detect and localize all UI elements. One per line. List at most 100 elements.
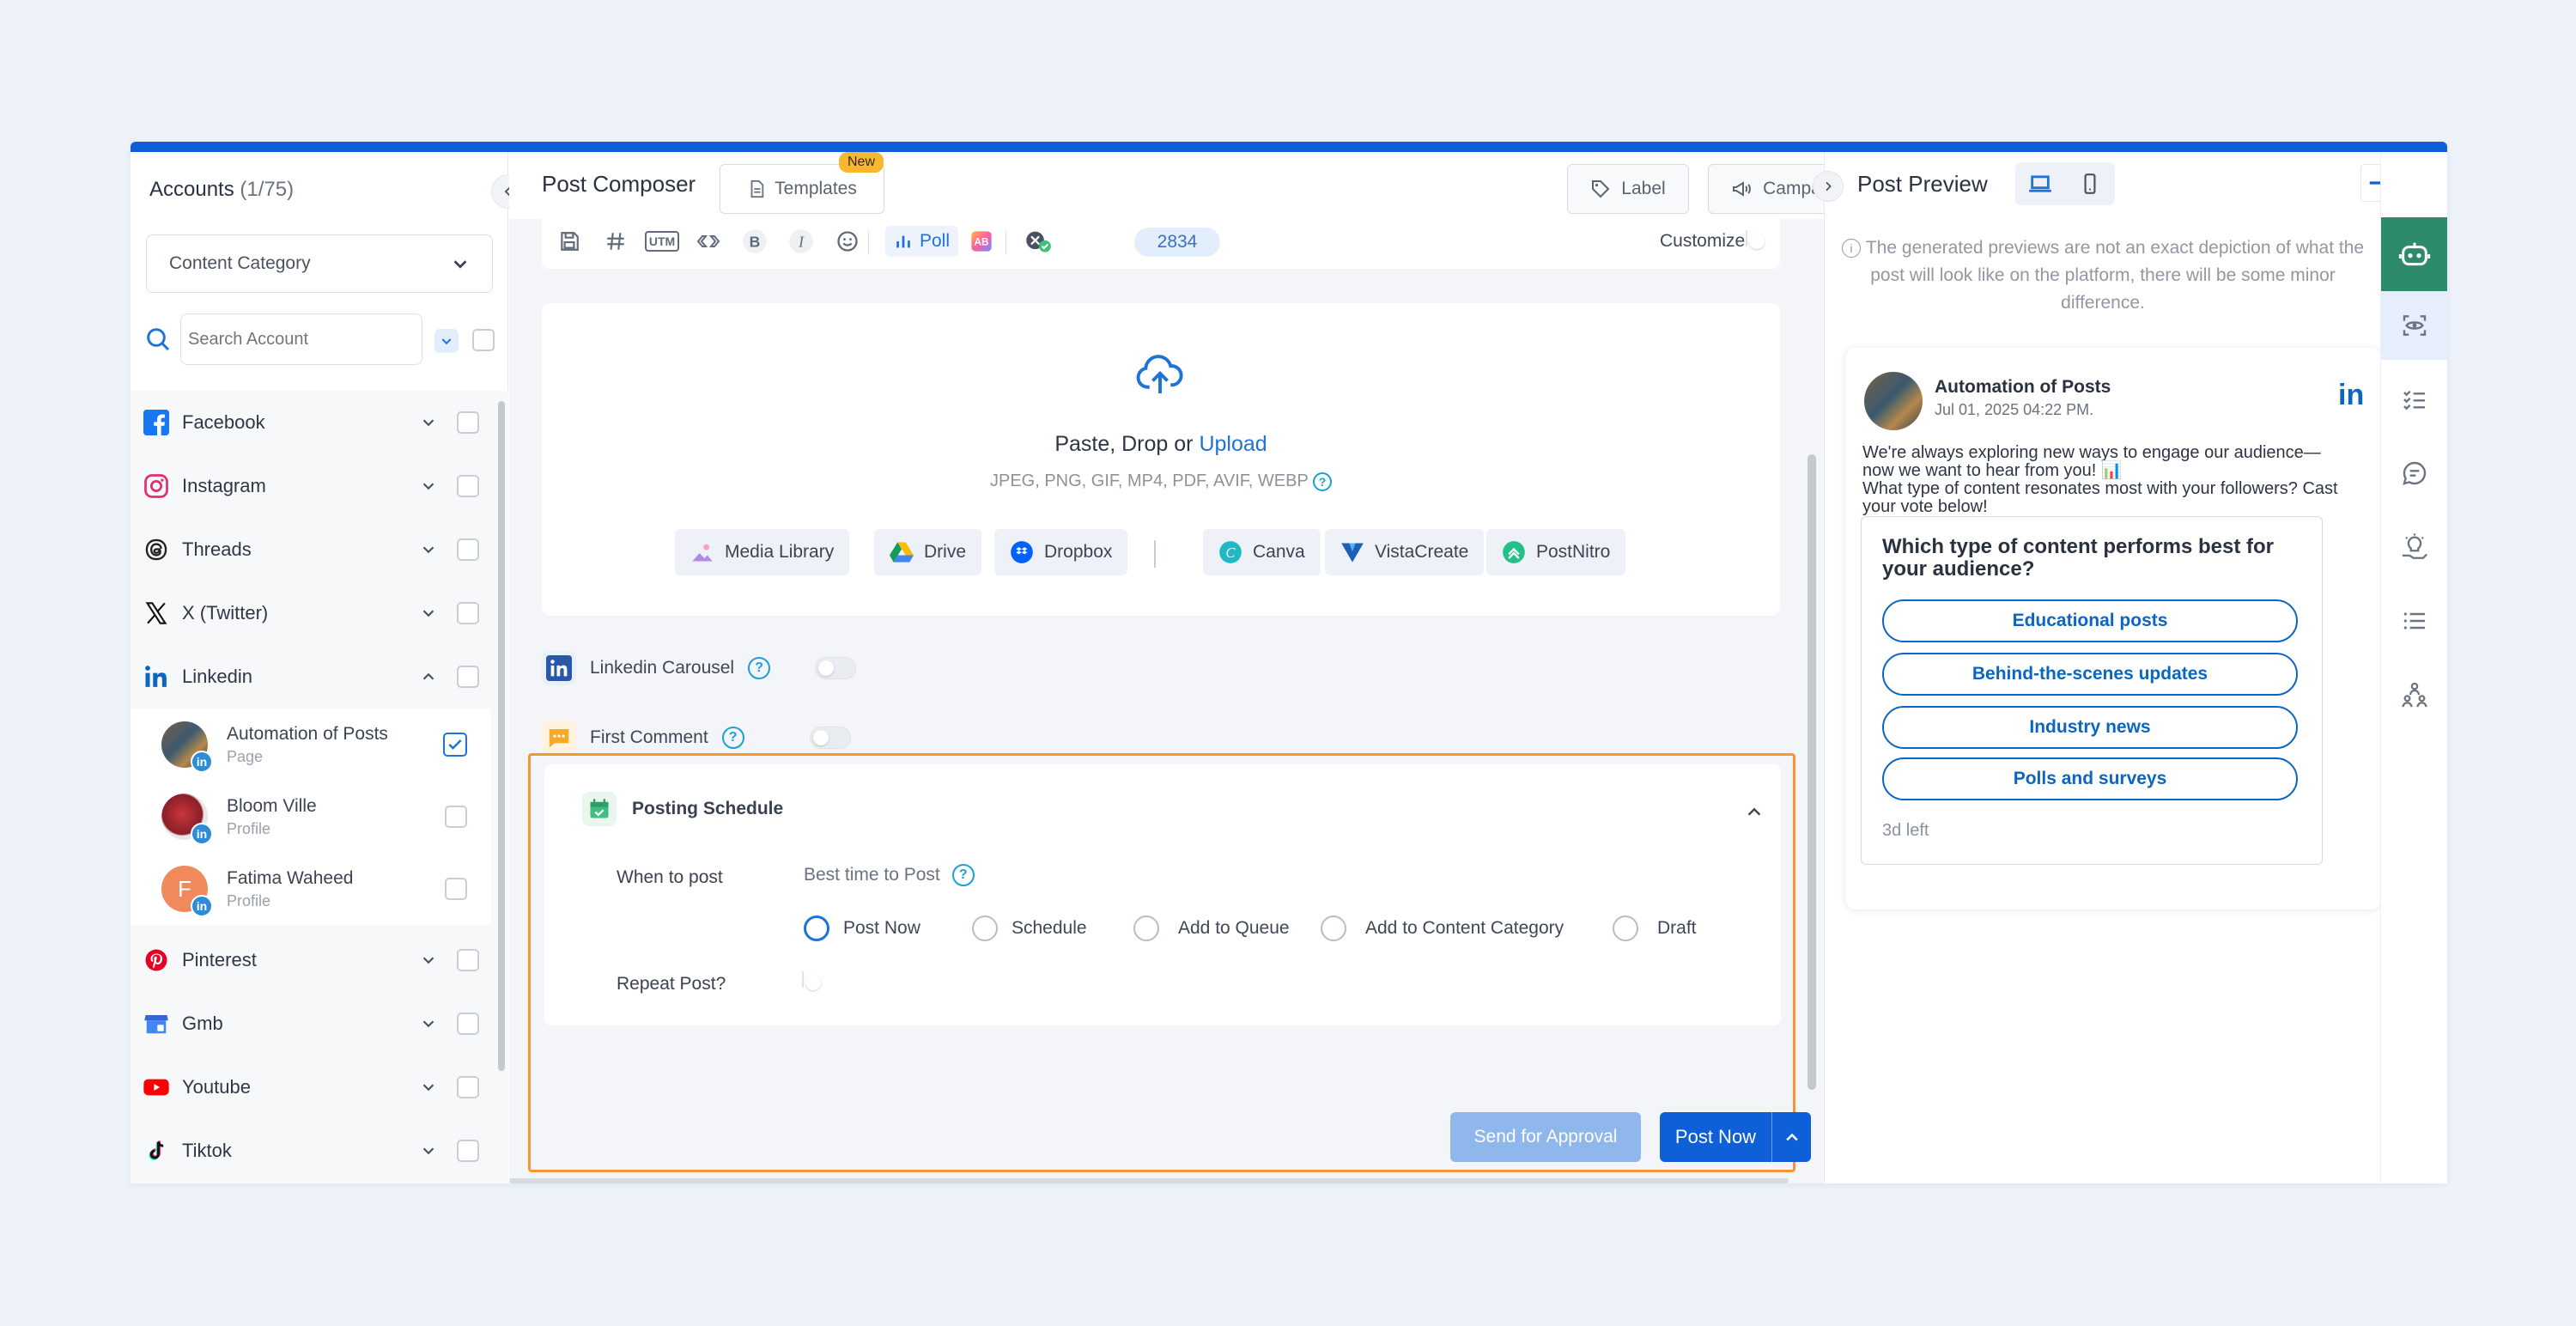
chevron-up-icon[interactable]: [1745, 802, 1764, 821]
chevron-down-icon[interactable]: [419, 540, 438, 559]
post-options-toggle[interactable]: [1771, 1112, 1811, 1162]
posting-schedule-header[interactable]: Posting Schedule: [582, 792, 783, 826]
platform-checkbox[interactable]: [457, 949, 479, 971]
account-checkbox[interactable]: [445, 878, 467, 900]
preview-disclaimer-text: The generated previews are not an exact …: [1865, 238, 2365, 313]
chevron-down-icon[interactable]: [419, 477, 438, 496]
cloud-upload-icon: [1136, 355, 1183, 394]
poll-option[interactable]: Industry news: [1882, 706, 2298, 749]
utm-button[interactable]: UTM: [644, 226, 680, 257]
dropbox-button[interactable]: Dropbox: [994, 529, 1128, 575]
comments-tool-button[interactable]: [2381, 439, 2447, 508]
composer-horizontal-scrollbar[interactable]: [509, 1178, 1789, 1183]
platform-checkbox[interactable]: [457, 1013, 479, 1035]
account-row-fatima-waheed[interactable]: Fin Fatima Waheed Profile: [131, 853, 491, 925]
chevron-down-icon[interactable]: [419, 1078, 438, 1097]
italic-icon[interactable]: I: [786, 226, 817, 257]
desktop-view-button[interactable]: [2015, 162, 2065, 205]
poll-button[interactable]: Poll: [885, 226, 959, 257]
platform-checkbox[interactable]: [457, 666, 479, 688]
platform-checkbox[interactable]: [457, 1140, 479, 1162]
mobile-view-button[interactable]: [2065, 162, 2115, 205]
first-comment-toggle[interactable]: [809, 727, 851, 749]
emoji-icon[interactable]: [832, 226, 863, 257]
radio-post-now[interactable]: Post Now: [804, 915, 920, 941]
shorten-link-icon[interactable]: [693, 226, 724, 257]
save-icon[interactable]: [554, 226, 585, 257]
platform-checkbox[interactable]: [457, 1076, 479, 1098]
team-tool-button[interactable]: [2381, 660, 2447, 729]
upload-link[interactable]: Upload: [1199, 432, 1267, 456]
account-checkbox-checked[interactable]: [443, 733, 467, 757]
platform-row-linkedin[interactable]: Linkedin: [131, 645, 491, 709]
platform-row-facebook[interactable]: Facebook: [131, 391, 491, 454]
chevron-down-icon[interactable]: [419, 951, 438, 970]
help-icon[interactable]: ?: [748, 657, 771, 679]
checklist-tool-button[interactable]: [2381, 365, 2447, 434]
chevron-down-icon[interactable]: [419, 604, 438, 623]
when-to-post-label: When to post: [617, 867, 723, 887]
chevron-down-icon[interactable]: [419, 413, 438, 432]
poll-option[interactable]: Polls and surveys: [1882, 757, 2298, 800]
label-button[interactable]: Label: [1567, 164, 1689, 214]
platform-checkbox[interactable]: [457, 602, 479, 624]
list-tool-button[interactable]: [2381, 587, 2447, 655]
radio-button-selected[interactable]: [804, 915, 829, 941]
radio-button[interactable]: [1613, 915, 1638, 941]
radio-draft[interactable]: Draft: [1613, 915, 1697, 941]
platform-row-youtube[interactable]: Youtube: [131, 1055, 491, 1119]
platform-row-threads[interactable]: Threads: [131, 518, 491, 581]
poll-option[interactable]: Educational posts: [1882, 599, 2298, 642]
media-upload-area[interactable]: Paste, Drop or Upload JPEG, PNG, GIF, MP…: [542, 303, 1780, 616]
postnitro-button[interactable]: PostNitro: [1486, 529, 1626, 575]
select-filter-dropdown[interactable]: [434, 329, 459, 353]
help-icon[interactable]: ?: [951, 864, 975, 886]
radio-button[interactable]: [1133, 915, 1159, 941]
radio-button[interactable]: [1321, 915, 1346, 941]
robot-icon: [2398, 242, 2431, 266]
ai-assistant-button[interactable]: [2381, 217, 2447, 291]
platform-checkbox[interactable]: [457, 411, 479, 434]
platform-row-x-twitter[interactable]: X (Twitter): [131, 581, 491, 645]
repeat-post-toggle[interactable]: [802, 971, 804, 988]
post-now-button[interactable]: Post Now: [1660, 1126, 1771, 1148]
composer-scrollbar[interactable]: [1807, 454, 1816, 1090]
account-row-automation-of-posts[interactable]: in Automation of Posts Page: [131, 709, 491, 781]
platform-row-pinterest[interactable]: Pinterest: [131, 928, 491, 992]
accounts-scrollbar[interactable]: [498, 401, 505, 1071]
content-category-select[interactable]: Content Category: [146, 234, 493, 293]
hashtag-icon[interactable]: [600, 226, 631, 257]
platform-row-gmb[interactable]: Gmb: [131, 992, 491, 1055]
radio-add-to-queue[interactable]: Add to Queue: [1133, 915, 1290, 941]
platform-checkbox[interactable]: [457, 538, 479, 561]
search-account-input[interactable]: [180, 313, 422, 365]
send-for-approval-button[interactable]: Send for Approval: [1450, 1112, 1641, 1162]
media-library-button[interactable]: Media Library: [675, 529, 850, 575]
platform-row-instagram[interactable]: Instagram: [131, 454, 491, 518]
help-icon[interactable]: ?: [721, 727, 744, 749]
vistacreate-button[interactable]: VistaCreate: [1325, 529, 1485, 575]
preview-tool-button[interactable]: [2381, 291, 2447, 360]
chevron-down-icon[interactable]: [419, 1141, 438, 1160]
radio-add-to-content-category[interactable]: Add to Content Category: [1321, 915, 1564, 941]
ideas-tool-button[interactable]: [2381, 513, 2447, 581]
customize-toggle[interactable]: [1746, 230, 1747, 246]
poll-option[interactable]: Behind-the-scenes updates: [1882, 653, 2298, 696]
chevron-down-icon[interactable]: [419, 1014, 438, 1033]
account-checkbox[interactable]: [445, 806, 467, 828]
help-icon[interactable]: ?: [1313, 471, 1333, 491]
platform-row-tiktok[interactable]: Tiktok: [131, 1119, 491, 1183]
canva-button[interactable]: C Canva: [1203, 529, 1321, 575]
ai-color-icon[interactable]: AB: [966, 226, 997, 257]
select-all-checkbox[interactable]: [472, 329, 495, 351]
platform-checkbox[interactable]: [457, 475, 479, 497]
linkedin-carousel-toggle[interactable]: [815, 657, 857, 679]
expand-preview-button[interactable]: [1813, 171, 1844, 202]
account-row-bloom-ville[interactable]: in Bloom Ville Profile: [131, 781, 491, 853]
drive-button[interactable]: Drive: [874, 529, 982, 575]
post-preview-title: Post Preview: [1857, 171, 1988, 197]
chevron-up-icon[interactable]: [419, 667, 438, 686]
radio-button[interactable]: [972, 915, 998, 941]
radio-schedule[interactable]: Schedule: [972, 915, 1087, 941]
bold-icon[interactable]: B: [739, 226, 770, 257]
